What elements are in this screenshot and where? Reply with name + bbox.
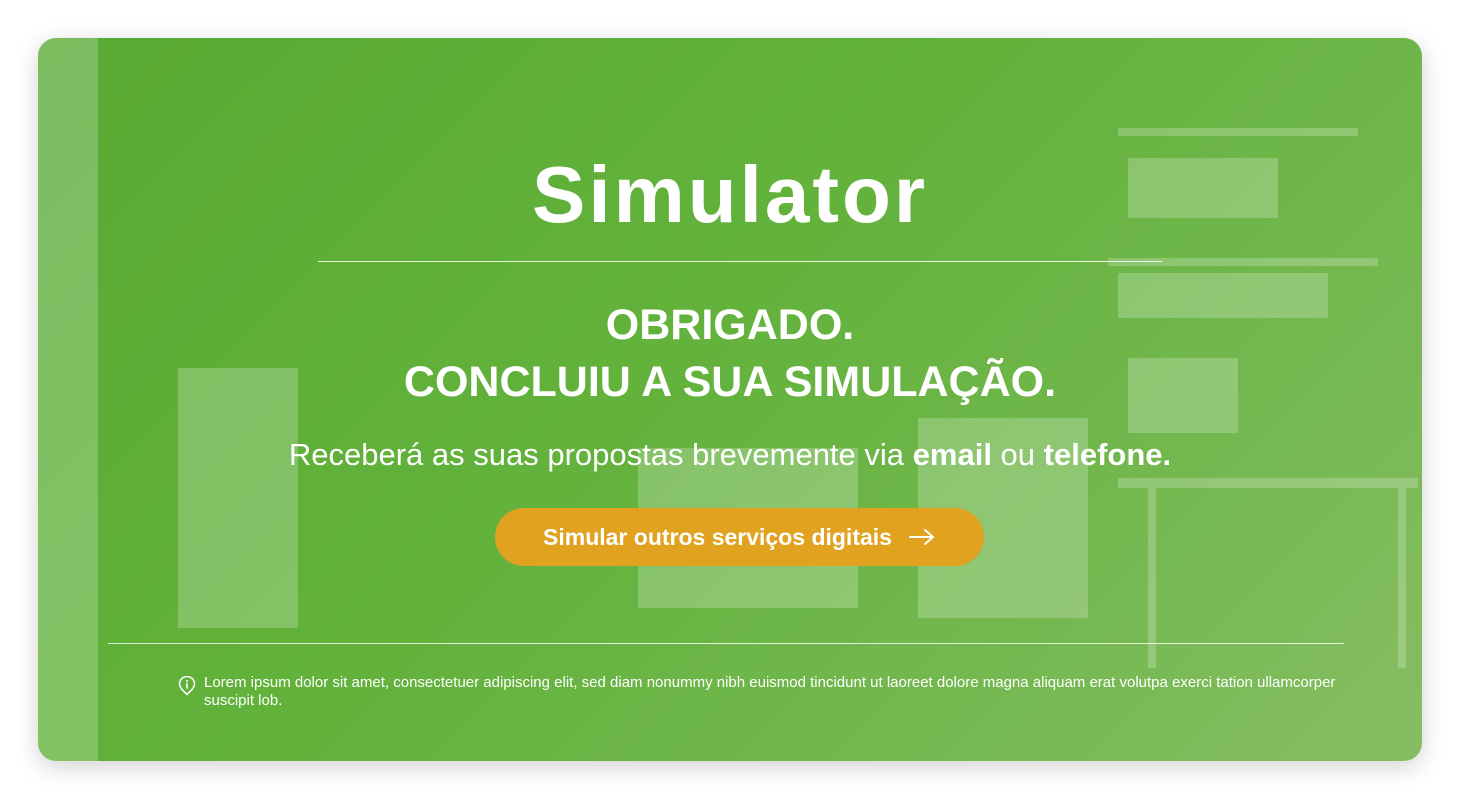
confirmation-phone: telefone. [1043, 437, 1172, 472]
confirmation-middle: ou [991, 437, 1044, 472]
completion-heading: CONCLUIU A SUA SIMULAÇÃO. [403, 358, 1057, 406]
info-icon [178, 676, 196, 696]
confirmation-email: email [912, 437, 992, 472]
footer-divider [108, 643, 1344, 644]
confirmation-prefix: Receberá as suas propostas brevemente vi… [288, 437, 913, 472]
simulator-card: Simulator OBRIGADO. CONCLUIU A SUA SIMUL… [38, 38, 1422, 761]
arrow-right-icon [908, 529, 934, 545]
disclaimer-text: Lorem ipsum dolor sit amet, consectetuer… [204, 674, 1336, 709]
simulate-other-services-button[interactable]: Simular outros serviços digitais [495, 508, 984, 566]
title-divider [318, 261, 1162, 262]
page-title: Simulator [532, 150, 928, 239]
thank-you-heading: OBRIGADO. [605, 301, 855, 349]
confirmation-message: Receberá as suas propostas brevemente vi… [38, 434, 1422, 476]
disclaimer: Lorem ipsum dolor sit amet, consectetuer… [178, 674, 1348, 710]
simulate-other-services-label: Simular outros serviços digitais [543, 523, 892, 550]
